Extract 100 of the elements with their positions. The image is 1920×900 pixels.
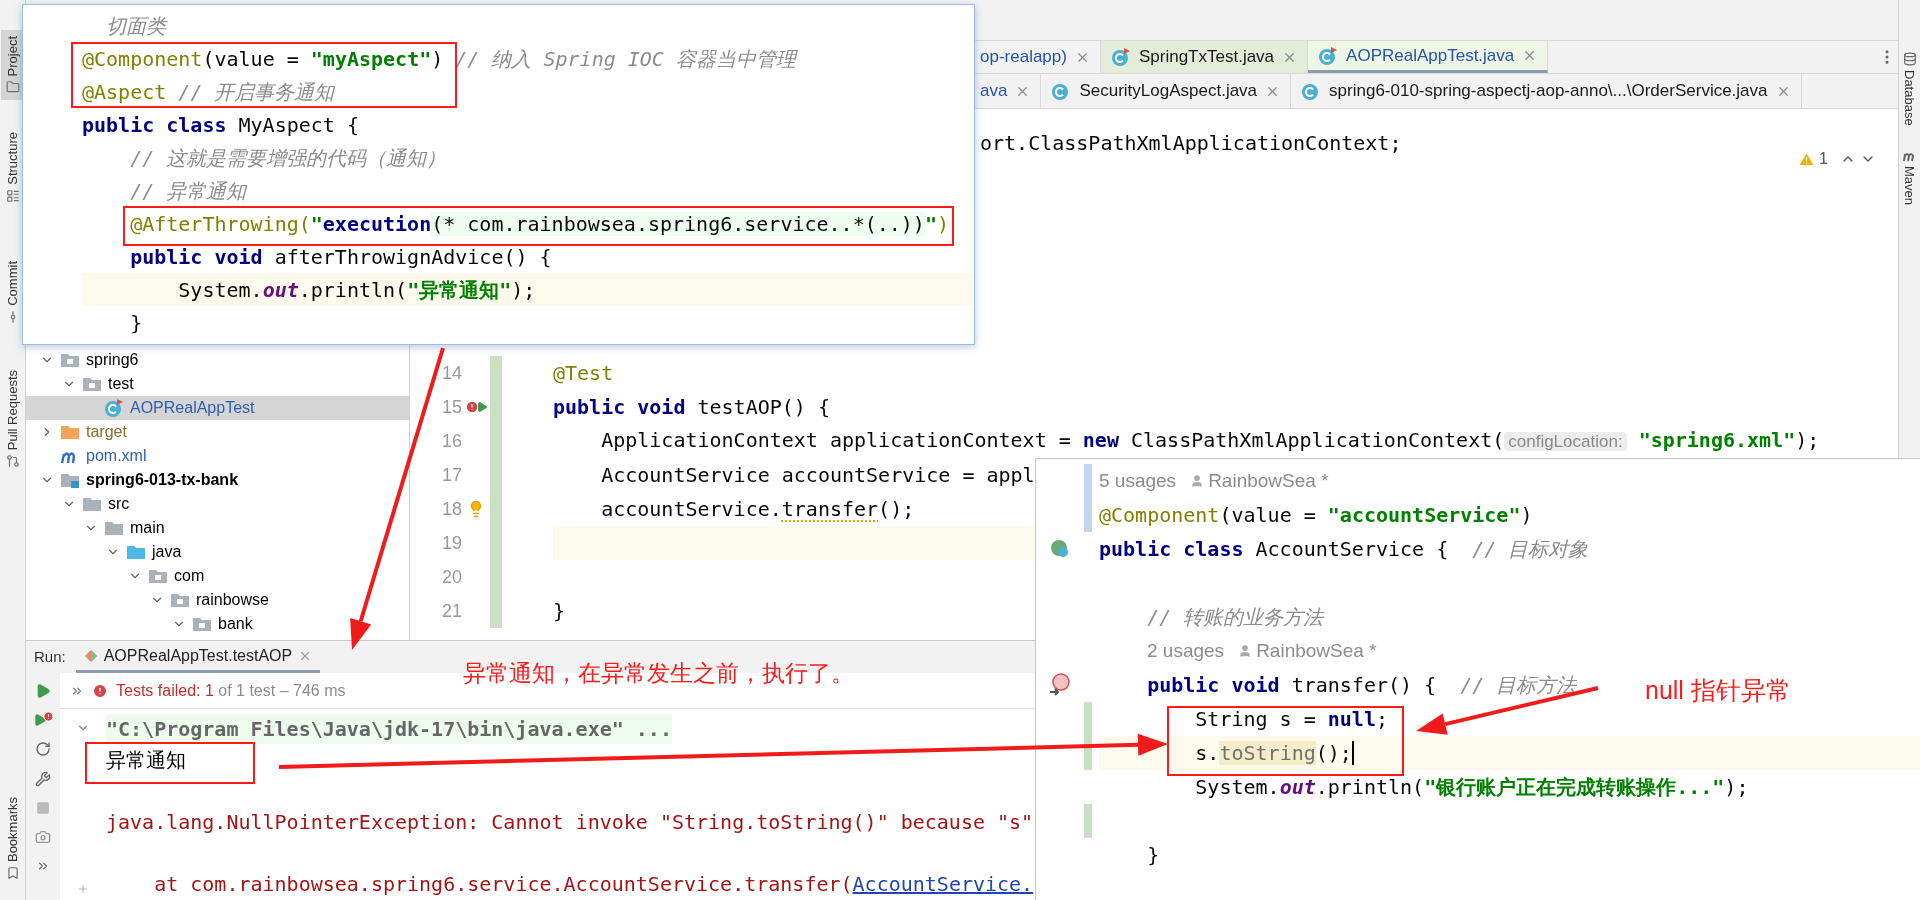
tree-item[interactable]: spring6 bbox=[26, 348, 409, 372]
folder-icon bbox=[60, 424, 80, 440]
person-icon bbox=[1190, 474, 1205, 488]
package-icon bbox=[82, 376, 102, 392]
author-hint: RainbowSea * bbox=[1208, 468, 1329, 493]
line-number: 16 bbox=[440, 430, 462, 453]
tree-item[interactable]: rainbowse bbox=[26, 588, 409, 612]
tree-item[interactable]: pom.xml bbox=[26, 444, 409, 468]
package-icon bbox=[60, 352, 80, 368]
test-failed-run-icon[interactable] bbox=[464, 400, 488, 414]
code-line: @Aspect bbox=[82, 78, 167, 106]
code-line: public void transfer() { bbox=[1146, 672, 1438, 699]
code-comment: // 目标方法 bbox=[1460, 672, 1577, 699]
bean-icon[interactable] bbox=[1049, 538, 1071, 560]
line-number: 18 bbox=[440, 498, 462, 521]
editor-tab[interactable]: SpringTxTest.java bbox=[1100, 41, 1309, 73]
camera-icon[interactable] bbox=[35, 829, 51, 845]
code-line: @Component(value = "accountService") bbox=[1099, 502, 1533, 529]
code-line: accountService.transfer(); bbox=[600, 496, 915, 523]
code-line: // 这就是需要增强的代码（通知） bbox=[129, 144, 447, 172]
toggle-icon[interactable] bbox=[35, 741, 51, 757]
code-line: System.out.println("异常通知"); bbox=[177, 276, 536, 304]
code-line: System.out.println("银行账户正在完成转账操作..."); bbox=[1194, 774, 1749, 801]
tree-item[interactable]: spring6-013-tx-bank bbox=[26, 468, 409, 492]
code-line: // 转账的业务方法 bbox=[1146, 604, 1324, 631]
package-icon bbox=[148, 568, 168, 584]
code-line: ort.ClassPathXmlApplicationContext; bbox=[980, 130, 1402, 157]
annotation-text: null 指针异常 bbox=[1645, 675, 1791, 706]
warning-icon bbox=[1798, 150, 1816, 168]
package-icon bbox=[170, 592, 190, 608]
tool-window-icon bbox=[5, 189, 20, 204]
code-line: } bbox=[129, 309, 143, 337]
error-icon bbox=[92, 682, 108, 699]
tool-window-button[interactable]: Maven bbox=[1899, 149, 1920, 205]
package-icon bbox=[192, 616, 212, 632]
code-line: public class MyAspect { bbox=[82, 111, 359, 139]
code-line: ApplicationContext applicationContext = new ClassPathXmlApplicationContext( configLocation: "spring6.xml"); bbox=[600, 427, 1820, 454]
line-number: 15 bbox=[440, 396, 462, 419]
tree-item[interactable]: target bbox=[26, 420, 409, 444]
code-line: public void afterThrowignAdvice() { bbox=[129, 243, 552, 271]
problems-indicator[interactable]: 1 bbox=[1798, 147, 1876, 171]
tree-item[interactable]: AOPRealAppTest bbox=[26, 396, 409, 420]
panel-title: Run: bbox=[34, 646, 66, 667]
line-number: 21 bbox=[440, 600, 462, 623]
tool-window-button[interactable]: Commit bbox=[0, 255, 25, 330]
tree-item[interactable]: src bbox=[26, 492, 409, 516]
code-comment: // 目标对象 bbox=[1472, 536, 1589, 563]
tree-item[interactable]: test bbox=[26, 372, 409, 396]
test-icon bbox=[83, 648, 98, 663]
module-icon bbox=[60, 472, 80, 488]
line-number: 20 bbox=[440, 566, 462, 589]
code-line: String s = null; bbox=[1194, 706, 1388, 733]
more-icon[interactable] bbox=[36, 859, 50, 873]
line-number: 14 bbox=[440, 362, 462, 385]
author-hint: RainbowSea * bbox=[1256, 638, 1377, 663]
tool-window-icon bbox=[5, 80, 20, 95]
code-line: @Test bbox=[553, 360, 614, 387]
code-line: } bbox=[553, 598, 566, 625]
tool-window-button[interactable]: Bookmarks bbox=[0, 790, 25, 886]
test-status: Tests failed: 1 of 1 test – 746 ms bbox=[116, 680, 346, 701]
run-tab[interactable]: AOPRealAppTest.testAOP bbox=[75, 641, 321, 673]
tool-window-icon bbox=[5, 454, 20, 469]
person-icon bbox=[1238, 644, 1253, 658]
source-link[interactable]: AccountService. bbox=[852, 868, 1034, 899]
code-line: // 异常通知 bbox=[129, 177, 247, 205]
line-number: 19 bbox=[440, 532, 462, 555]
code-line: public void testAOP() { bbox=[553, 394, 830, 421]
tool-window-button[interactable]: Project bbox=[0, 30, 25, 101]
code-comment: // 纳入 Spring IOC 容器当中管理 bbox=[454, 45, 796, 73]
annotation-text: 异常通知，在异常发生之前，执行了。 bbox=[463, 659, 854, 688]
class-icon bbox=[1110, 47, 1131, 67]
console-line: 异常通知 bbox=[106, 746, 186, 774]
tree-item[interactable]: java bbox=[26, 540, 409, 564]
rerun-failed-icon[interactable] bbox=[32, 713, 54, 727]
run-icon[interactable] bbox=[35, 683, 51, 699]
tree-item[interactable]: bank bbox=[26, 612, 409, 636]
database-icon bbox=[1902, 52, 1917, 66]
code-line: @Component(value = "myAspect") bbox=[82, 45, 444, 73]
tool-window-button[interactable]: Pull Requests bbox=[0, 364, 25, 475]
code-line: public class AccountService { bbox=[1099, 536, 1450, 563]
code-line: 切面类 bbox=[105, 12, 167, 40]
editor-tab[interactable]: spring6-010-spring-aspectj-aop-anno\...\OrderService.java bbox=[1291, 74, 1802, 108]
class-icon bbox=[1318, 45, 1339, 66]
editor-tab[interactable]: SecurityLogAspect.java bbox=[1041, 74, 1292, 108]
tree-item[interactable]: main bbox=[26, 516, 409, 540]
code-comment: // 开启事务通知 bbox=[177, 78, 335, 106]
editor-tab[interactable]: AOPRealAppTest.java bbox=[1308, 41, 1549, 73]
tree-item[interactable]: com bbox=[26, 564, 409, 588]
settings-icon[interactable] bbox=[35, 771, 51, 787]
class-icon bbox=[104, 398, 124, 418]
tool-window-button[interactable]: Structure bbox=[0, 126, 25, 210]
tool-window-icon bbox=[5, 866, 20, 880]
method-icon[interactable] bbox=[1048, 672, 1072, 698]
line-number: 17 bbox=[440, 464, 462, 487]
folder-icon bbox=[126, 544, 146, 560]
tool-window-button[interactable]: Database bbox=[1899, 52, 1920, 126]
folder-icon bbox=[82, 496, 102, 512]
code-line: AccountService accountService = appl bbox=[600, 462, 1035, 489]
code-line: } bbox=[1146, 842, 1160, 869]
console-line: at com.rainbowsea.spring6.service.AccountService.transfer( bbox=[153, 870, 853, 898]
